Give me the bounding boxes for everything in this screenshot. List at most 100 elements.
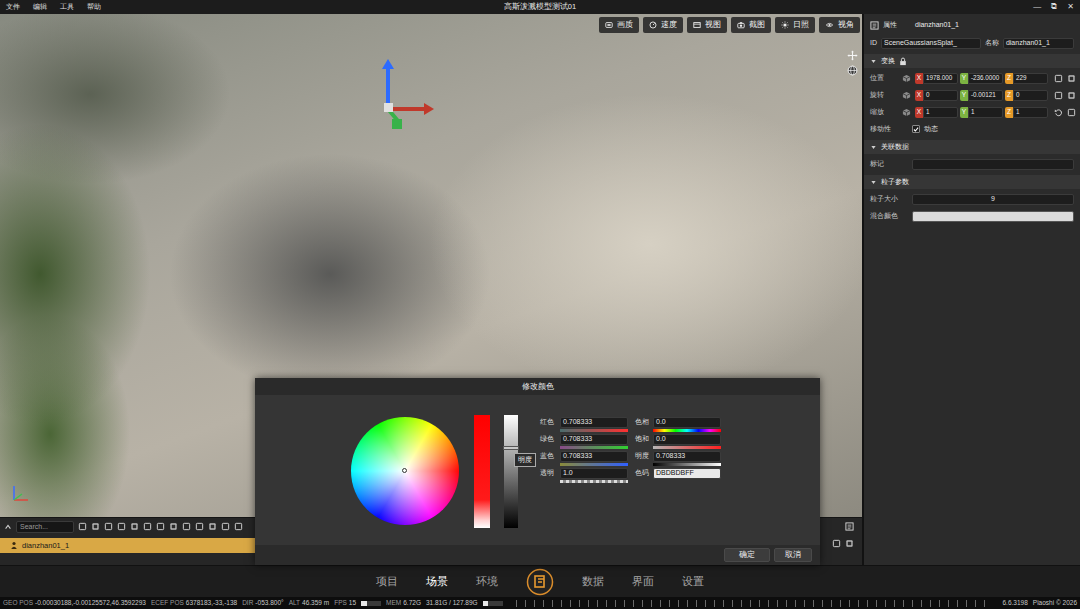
tag-field[interactable] <box>912 159 1074 170</box>
save-icon[interactable] <box>208 522 217 531</box>
color-value-field[interactable]: 0.708333 <box>560 417 628 428</box>
cube-icon[interactable] <box>902 108 911 117</box>
color-value-field[interactable]: 0.0 <box>653 434 721 445</box>
nav-tab[interactable]: 设置 <box>682 575 704 588</box>
close-button[interactable]: ✕ <box>1067 2 1074 12</box>
color-value-field[interactable]: 0.0 <box>653 417 721 428</box>
axis-value-field[interactable]: -236.0000 <box>968 73 1003 84</box>
copy-icon[interactable] <box>1054 74 1063 83</box>
color-value-field[interactable]: 0.708333 <box>653 451 721 462</box>
nav-tab[interactable]: 界面 <box>632 575 654 588</box>
status-item: GEO POS-0.00030188,-0.00125572,46.359229… <box>3 599 146 607</box>
channel-bar[interactable] <box>560 429 628 432</box>
tag-label: 标记 <box>870 160 908 168</box>
tree-item[interactable]: dianzhan01_1 <box>0 538 255 553</box>
axis-value-field[interactable]: 0 <box>923 90 958 101</box>
section-header[interactable]: 粒子参数 <box>864 175 1080 189</box>
grid-icon[interactable] <box>182 522 191 531</box>
reset-icon[interactable] <box>1054 108 1063 117</box>
cube-icon[interactable] <box>902 91 911 100</box>
copy-icon[interactable] <box>1054 91 1063 100</box>
nav-tab[interactable]: 项目 <box>376 575 398 588</box>
id-field[interactable]: SceneGaussiansSplat_ <box>881 38 981 49</box>
channel-bar[interactable] <box>560 463 628 466</box>
link-icon[interactable] <box>91 522 100 531</box>
timeline-ruler[interactable] <box>516 600 990 607</box>
camera-icon[interactable] <box>117 522 126 531</box>
hue-preview-bar[interactable] <box>474 415 490 528</box>
grid-icon[interactable] <box>845 539 854 548</box>
channel-bar[interactable] <box>653 463 721 466</box>
copy-icon[interactable] <box>1067 108 1076 117</box>
list-view-icon[interactable] <box>845 522 854 531</box>
color-value-field[interactable]: DBDBDBFF <box>653 468 721 479</box>
channel-bar[interactable] <box>653 446 721 449</box>
film-icon[interactable] <box>130 522 139 531</box>
color-wheel[interactable] <box>351 417 459 525</box>
mobility-checkbox[interactable] <box>912 125 920 133</box>
window-icon[interactable] <box>143 522 152 531</box>
paste-icon[interactable] <box>1067 91 1076 100</box>
lightness-track[interactable] <box>504 415 518 528</box>
viewport-tool-button[interactable]: 截图 <box>731 17 771 33</box>
nav-tab[interactable]: 数据 <box>582 575 604 588</box>
channel-bar[interactable] <box>560 446 628 449</box>
image-icon[interactable] <box>195 522 204 531</box>
globe-icon[interactable] <box>847 65 858 76</box>
collapse-arrow-icon[interactable] <box>870 179 877 186</box>
move-arrows-icon[interactable] <box>847 50 858 61</box>
viewport-tool-button[interactable]: 视角 <box>819 17 860 33</box>
section-header[interactable]: 变换 <box>864 54 1080 68</box>
cube-icon[interactable] <box>902 74 911 83</box>
color-value-field[interactable]: 0.708333 <box>560 451 628 462</box>
axis-value-field[interactable]: 1 <box>968 107 1003 118</box>
name-field[interactable]: dianzhan01_1 <box>1003 38 1074 49</box>
lightness-handle[interactable] <box>503 446 519 450</box>
axis-value-field[interactable]: 229 <box>1013 73 1048 84</box>
color-value-field[interactable]: 1.0 <box>560 468 628 479</box>
nav-tab[interactable]: 场景 <box>426 575 448 588</box>
copy-icon[interactable] <box>156 522 165 531</box>
viewport-tool-button[interactable]: 速度 <box>643 17 683 33</box>
axis-value-field[interactable]: 0 <box>1013 90 1048 101</box>
cancel-button[interactable]: 取消 <box>774 548 812 562</box>
list-icon[interactable] <box>832 539 841 548</box>
axis-value-field[interactable]: -0.00121 <box>968 90 1003 101</box>
transform-gizmo-icon[interactable] <box>368 59 438 134</box>
axis-value-field[interactable]: 1 <box>1013 107 1048 118</box>
app-logo-icon[interactable] <box>526 568 554 596</box>
square-icon[interactable] <box>169 522 178 531</box>
maximize-button[interactable]: ⧉ <box>1051 2 1057 12</box>
menu-item[interactable]: 文件 <box>6 3 20 11</box>
viewport-tool-button[interactable]: 视图 <box>687 17 727 33</box>
refresh-icon[interactable] <box>78 522 87 531</box>
viewport-tool-button[interactable]: 日照 <box>775 17 815 33</box>
collapse-arrow-icon[interactable] <box>870 58 877 65</box>
lightness-slider[interactable]: 明度 <box>504 415 518 528</box>
menu-item[interactable]: 编辑 <box>33 3 47 11</box>
color-value-field[interactable]: 0.708333 <box>560 434 628 445</box>
menu-item[interactable]: 工具 <box>60 3 74 11</box>
minimize-button[interactable]: — <box>1033 2 1041 12</box>
axis-value-field[interactable]: 1978.000 <box>923 73 958 84</box>
wheel-picker-dot[interactable] <box>402 468 407 473</box>
nav-tab[interactable]: 环境 <box>476 575 498 588</box>
settings-icon[interactable] <box>234 522 243 531</box>
paste-icon[interactable] <box>1067 74 1076 83</box>
channel-bar[interactable] <box>560 480 628 483</box>
collapse-arrow-icon[interactable] <box>870 144 877 151</box>
particle-size-field[interactable]: 9 <box>912 194 1074 205</box>
dialog-title-bar[interactable]: 修改颜色 <box>255 378 820 395</box>
channel-bar[interactable] <box>653 429 721 432</box>
axis-value-field[interactable]: 1 <box>923 107 958 118</box>
lock-icon[interactable] <box>899 57 907 66</box>
collapse-up-icon[interactable] <box>4 523 12 531</box>
search-field[interactable] <box>16 521 74 533</box>
ok-button[interactable]: 确定 <box>724 548 770 562</box>
blend-color-swatch[interactable] <box>912 211 1074 222</box>
section-header[interactable]: 关联数据 <box>864 140 1080 154</box>
screenshot-icon[interactable] <box>104 522 113 531</box>
folder-icon[interactable] <box>221 522 230 531</box>
viewport-tool-button[interactable]: 画质 <box>599 17 639 33</box>
menu-item[interactable]: 帮助 <box>87 3 101 11</box>
